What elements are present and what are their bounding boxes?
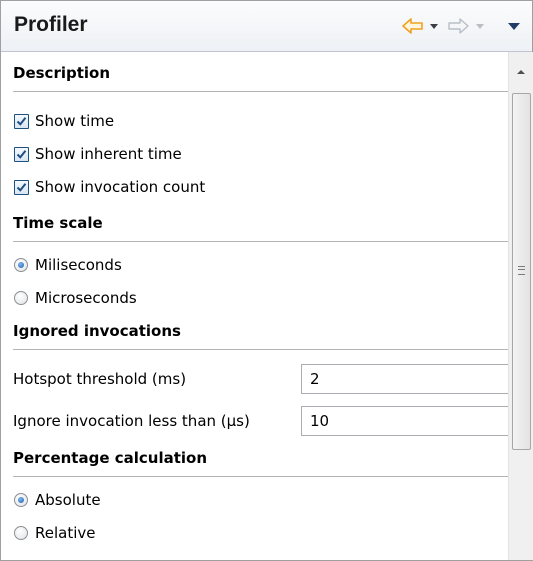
- radio-label: Microseconds: [35, 289, 137, 307]
- time-scale-section-header: Time scale: [13, 208, 508, 242]
- radio-unselected-icon: [14, 526, 28, 540]
- show-time-checkbox[interactable]: Show time: [14, 107, 114, 135]
- section-title: Description: [13, 64, 111, 82]
- checkbox-checked-icon: [14, 179, 29, 195]
- section-title: Percentage calculation: [13, 449, 208, 467]
- relative-radio[interactable]: Relative: [14, 519, 96, 547]
- checkbox-label: Show invocation count: [35, 178, 206, 196]
- profiler-panel: Profiler Description Show time Show inhe…: [0, 0, 533, 561]
- show-invocation-count-checkbox[interactable]: Show invocation count: [14, 173, 205, 201]
- percentage-calculation-section-header: Percentage calculation: [13, 443, 508, 477]
- radio-selected-icon: [14, 493, 28, 507]
- forward-arrow-icon[interactable]: [446, 16, 470, 36]
- radio-selected-icon: [14, 258, 28, 272]
- forward-history-chevron-down-icon[interactable]: [474, 16, 486, 36]
- scrollbar-grip-icon: [518, 266, 525, 275]
- checkbox-label: Show inherent time: [35, 145, 182, 163]
- radio-unselected-icon: [14, 291, 28, 305]
- checkbox-checked-icon: [14, 146, 29, 162]
- panel-title: Profiler: [14, 13, 88, 36]
- radio-label: Miliseconds: [35, 256, 122, 274]
- ignore-invocation-label: Ignore invocation less than (µs): [13, 412, 250, 430]
- preferences-content: Description Show time Show inherent time…: [1, 52, 508, 560]
- scroll-up-arrow-icon: [517, 70, 525, 74]
- milliseconds-radio[interactable]: Miliseconds: [14, 251, 122, 279]
- ignore-invocation-input[interactable]: 10: [301, 406, 508, 436]
- hotspot-threshold-input[interactable]: 2: [301, 364, 508, 394]
- checkbox-checked-icon: [14, 113, 29, 129]
- view-menu-icon[interactable]: [506, 16, 522, 36]
- scroll-up-button[interactable]: [509, 52, 533, 92]
- show-inherent-time-checkbox[interactable]: Show inherent time: [14, 140, 182, 168]
- section-title: Ignored invocations: [13, 322, 181, 340]
- panel-header: Profiler: [1, 1, 532, 52]
- absolute-radio[interactable]: Absolute: [14, 486, 101, 514]
- vertical-scrollbar[interactable]: [508, 52, 533, 560]
- description-section-header: Description: [13, 58, 508, 92]
- scrollbar-thumb[interactable]: [512, 93, 531, 450]
- back-history-chevron-down-icon[interactable]: [428, 16, 440, 36]
- radio-label: Absolute: [35, 491, 101, 509]
- checkbox-label: Show time: [35, 112, 115, 130]
- hotspot-threshold-label: Hotspot threshold (ms): [13, 370, 187, 388]
- microseconds-radio[interactable]: Microseconds: [14, 284, 137, 312]
- ignored-invocations-section-header: Ignored invocations: [13, 316, 508, 350]
- back-arrow-icon[interactable]: [401, 16, 425, 36]
- section-title: Time scale: [13, 214, 103, 232]
- radio-label: Relative: [35, 524, 96, 542]
